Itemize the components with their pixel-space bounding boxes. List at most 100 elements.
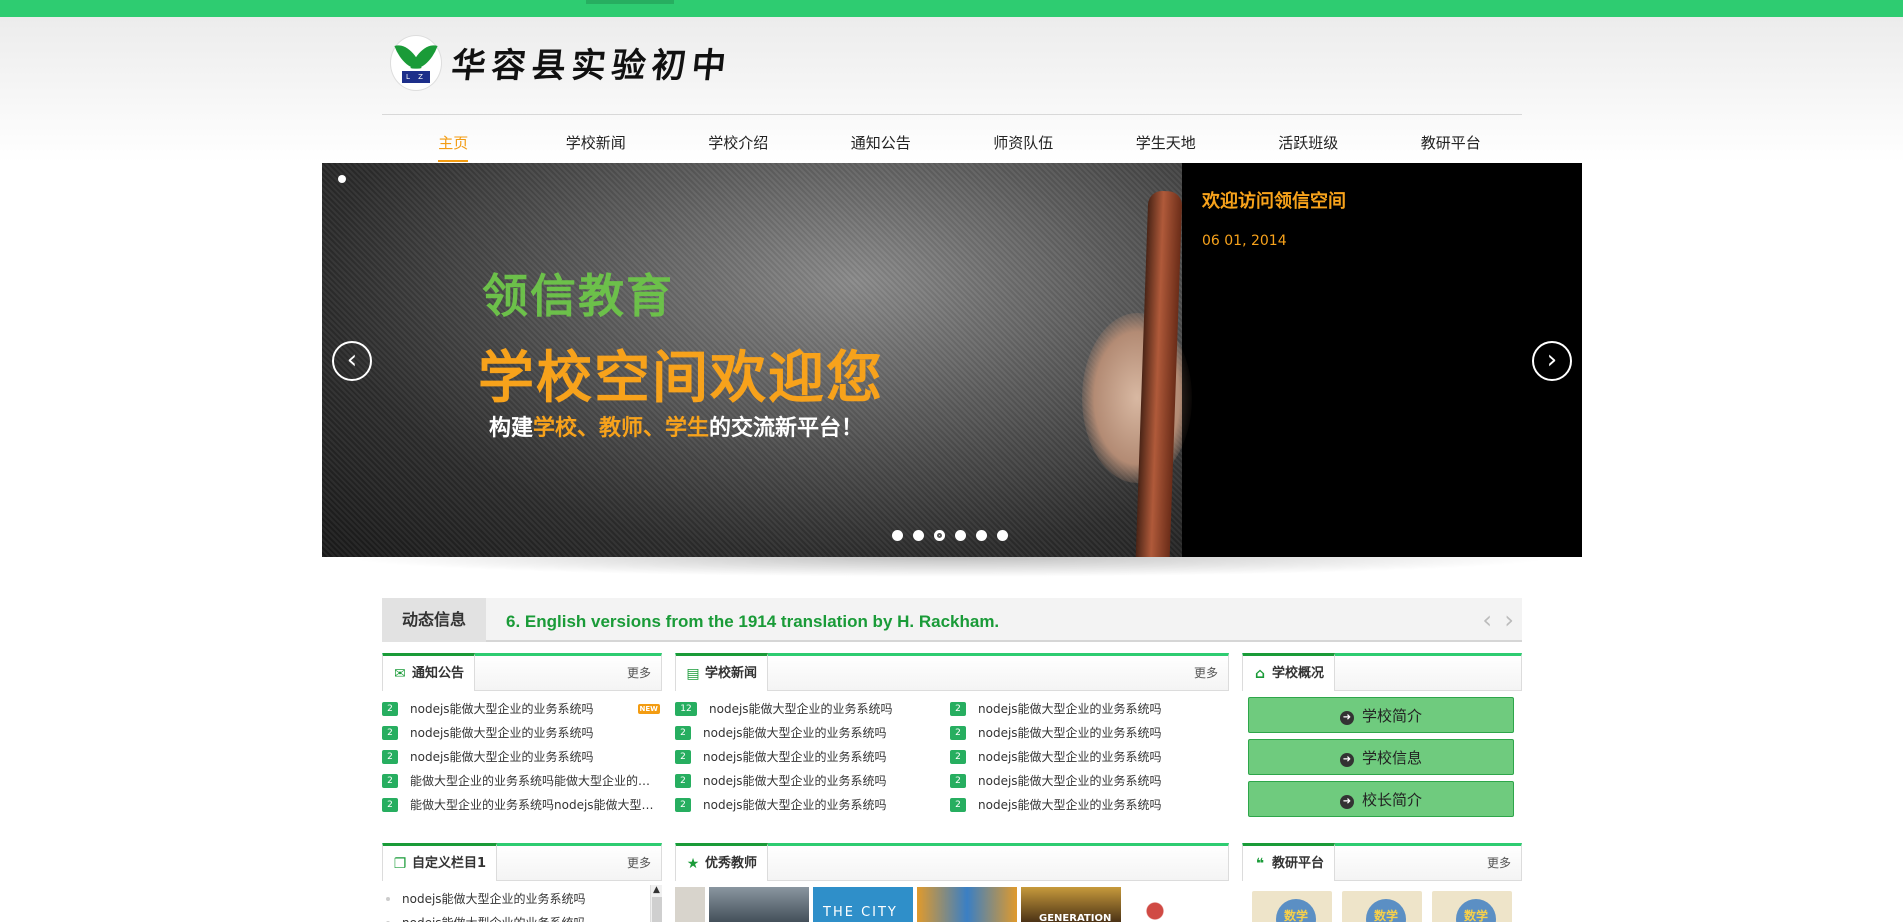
slider-prev-button[interactable]: ‹ <box>332 341 372 381</box>
list-item[interactable]: 2 nodejs能做大型企业的业务系统吗 <box>950 793 1225 817</box>
overview-buttons: ➜ 学校简介 ➜ 学校信息 ➜ 校长简介 <box>1242 697 1522 817</box>
notice-list: 2 nodejs能做大型企业的业务系统吗 NEW 2 nodejs能做大型企业的业务系… <box>382 697 662 817</box>
arrow-right-icon: ➜ <box>1339 753 1354 767</box>
slide-title-welcome: 学校空间欢迎您 <box>478 346 884 411</box>
research-cards: 数学 数学 数学 <box>1242 891 1522 922</box>
pen-graphic <box>1135 190 1183 557</box>
teacher-thumbnail[interactable] <box>917 887 1017 922</box>
news-list-right: 2 nodejs能做大型企业的业务系统吗 2 nodejs能做大型企业的业务系统吗 … <box>950 697 1225 817</box>
list-item[interactable]: 2 nodejs能做大型企业的业务系统吗 <box>950 721 1225 745</box>
caption-date: 06 01, 2014 <box>1202 233 1287 249</box>
chevron-right-icon: › <box>1546 345 1558 375</box>
slide-caption: 欢迎访问领信空间 06 01, 2014 <box>1182 163 1582 557</box>
list-item[interactable]: 2 nodejs能做大型企业的业务系统吗 <box>675 769 950 793</box>
custom-list: nodejs能做大型企业的业务系统吗 nodejs能做大型企业的业务系统吗 <box>382 887 662 922</box>
panel-header: ★ 优秀教师 <box>675 843 1229 881</box>
list-item[interactable]: 2 nodejs能做大型企业的业务系统吗 <box>675 793 950 817</box>
teacher-thumbnail[interactable]: GENERATION <box>1021 887 1121 922</box>
list-item[interactable]: 2 nodejs能做大型企业的业务系统吗 <box>675 721 950 745</box>
list-item[interactable]: 2 nodejs能做大型企业的业务系统吗 <box>950 697 1225 721</box>
nav-item-school-news[interactable]: 学校新闻 <box>525 118 668 158</box>
news-ticker: 动态信息 6. English versions from the 1914 t… <box>382 598 1522 642</box>
school-info-button[interactable]: ➜ 学校信息 <box>1248 739 1514 775</box>
slider-shadow <box>340 557 1560 577</box>
ticker-headline[interactable]: 6. English versions from the 1914 transl… <box>506 598 999 646</box>
top-bar-indicator <box>586 0 674 4</box>
list-item[interactable]: 2 nodejs能做大型企业的业务系统吗 <box>950 769 1225 793</box>
panel-title: ▤ 学校新闻 <box>676 653 769 691</box>
nav-item-school-intro[interactable]: 学校介绍 <box>667 118 810 158</box>
research-card[interactable]: 数学 <box>1252 891 1332 922</box>
custom-panel: ❐自定义栏目1 更多 nodejs能做大型企业的业务系统吗 nodejs能做大型… <box>382 843 662 922</box>
slider-dot[interactable] <box>913 530 924 541</box>
new-badge: NEW <box>637 704 660 714</box>
teacher-panel: ★ 优秀教师 THE CITY GENERATION <box>675 843 1229 922</box>
main-nav: 主页 学校新闻 学校介绍 通知公告 师资队伍 学生天地 活跃班级 教研平台 <box>382 118 1522 158</box>
top-bar <box>0 0 1903 17</box>
slider-dot[interactable] <box>976 530 987 541</box>
panel-title: ❝ 教研平台 <box>1243 843 1336 881</box>
hero-slider[interactable]: 领信教育 学校空间欢迎您 构建学校、教师、学生的交流新平台！ 欢迎访问领信空间 … <box>322 163 1582 557</box>
nav-item-classes[interactable]: 活跃班级 <box>1237 118 1380 158</box>
slider-dot[interactable] <box>997 530 1008 541</box>
teacher-thumbnail[interactable]: THE CITY <box>813 887 913 922</box>
more-link[interactable]: 更多 <box>1487 854 1511 871</box>
caption-title[interactable]: 欢迎访问领信空间 <box>1202 187 1346 213</box>
list-item[interactable]: 2 nodejs能做大型企业的业务系统吗 <box>675 745 950 769</box>
ticker-label: 动态信息 <box>382 598 486 642</box>
research-card[interactable]: 数学 <box>1432 891 1512 922</box>
panel-header: ❐ 自定义栏目1 更多 <box>382 843 662 881</box>
panel-title: ★ 优秀教师 <box>676 843 769 881</box>
nav-item-students[interactable]: 学生天地 <box>1095 118 1238 158</box>
list-item[interactable]: 2 nodejs能做大型企业的业务系统吗 <box>950 745 1225 769</box>
nav-item-faculty[interactable]: 师资队伍 <box>952 118 1095 158</box>
slider-dot[interactable] <box>892 530 903 541</box>
research-card[interactable]: 数学 <box>1342 891 1422 922</box>
panel-header: ❝ 教研平台 更多 <box>1242 843 1522 881</box>
research-panel: ❝ 教研平台 更多 数学 数学 数学 <box>1242 843 1522 922</box>
panel-title: ❐ 自定义栏目1 <box>383 843 498 881</box>
school-logo[interactable]: L Z 华容县实验初中 <box>390 32 734 92</box>
slide-subtitle: 构建学校、教师、学生的交流新平台！ <box>489 416 864 441</box>
star-icon: ★ <box>686 855 700 872</box>
school-intro-button[interactable]: ➜ 学校简介 <box>1248 697 1514 733</box>
more-link[interactable]: 更多 <box>1194 664 1218 681</box>
document-icon: ▤ <box>686 665 700 682</box>
more-link[interactable]: 更多 <box>627 664 651 681</box>
nav-item-notices[interactable]: 通知公告 <box>810 118 953 158</box>
list-item[interactable]: 2 nodejs能做大型企业的业务系统吗 <box>382 721 662 745</box>
slider-dot[interactable] <box>955 530 966 541</box>
news-panel: ▤ 学校新闻 更多 12 nodejs能做大型企业的业务系统吗 2 nodejs能做大… <box>675 653 1229 817</box>
slide-title-brand: 领信教育 <box>482 269 674 323</box>
chevron-left-icon: ‹ <box>346 345 358 375</box>
scroll-thumb[interactable] <box>651 897 662 922</box>
list-item[interactable]: 12 nodejs能做大型企业的业务系统吗 <box>675 697 950 721</box>
list-item[interactable]: 2 能做大型企业的业务系统吗nodejs能做大型… <box>382 793 662 817</box>
nav-item-research[interactable]: 教研平台 <box>1380 118 1523 158</box>
scrollbar[interactable]: ▲ <box>650 885 662 922</box>
principal-intro-button[interactable]: ➜ 校长简介 <box>1248 781 1514 817</box>
list-item[interactable]: nodejs能做大型企业的业务系统吗 <box>382 911 662 922</box>
news-list-left: 12 nodejs能做大型企业的业务系统吗 2 nodejs能做大型企业的业务系统吗… <box>675 697 950 817</box>
teacher-thumbnail[interactable] <box>1125 887 1225 922</box>
ticker-prev-icon[interactable]: ‹ <box>1482 608 1492 632</box>
teacher-thumbnails: THE CITY GENERATION <box>675 887 1229 922</box>
list-item[interactable]: 2 能做大型企业的业务系统吗能做大型企业的… <box>382 769 662 793</box>
slide-image: 领信教育 学校空间欢迎您 构建学校、教师、学生的交流新平台！ <box>322 163 1192 557</box>
list-item[interactable]: 2 nodejs能做大型企业的业务系统吗 <box>382 745 662 769</box>
nav-item-home[interactable]: 主页 <box>382 118 525 158</box>
more-link[interactable]: 更多 <box>627 854 651 871</box>
teacher-thumbnail[interactable] <box>675 887 705 922</box>
list-item[interactable]: 2 nodejs能做大型企业的业务系统吗 NEW <box>382 697 662 721</box>
list-item[interactable]: nodejs能做大型企业的业务系统吗 <box>382 887 662 911</box>
overview-panel: ⌂ 学校概况 ➜ 学校简介 ➜ 学校信息 ➜ 校长简介 <box>1242 653 1522 823</box>
scroll-up-icon[interactable]: ▲ <box>651 885 662 895</box>
logo-icon: L Z <box>390 33 442 91</box>
ticker-next-icon[interactable]: › <box>1504 608 1514 632</box>
panel-header: ▤ 学校新闻 更多 <box>675 653 1229 691</box>
teacher-thumbnail[interactable] <box>709 887 809 922</box>
panel-header: ⌂ 学校概况 <box>1242 653 1522 691</box>
slider-next-button[interactable]: › <box>1532 341 1572 381</box>
slider-dot-active[interactable] <box>934 530 945 541</box>
nav-divider <box>382 114 1522 115</box>
